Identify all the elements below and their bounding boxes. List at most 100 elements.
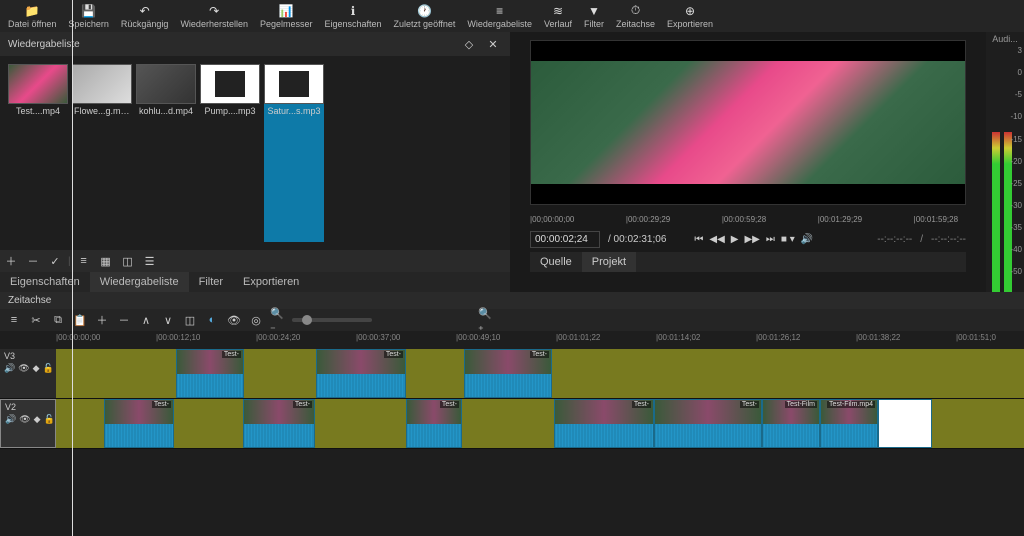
preview-image[interactable] bbox=[530, 40, 966, 205]
playhead[interactable] bbox=[72, 0, 73, 536]
skip-start-icon[interactable]: ⏮ bbox=[694, 234, 703, 245]
playlist-item[interactable]: Satur...s.mp3 bbox=[264, 64, 324, 242]
playlist-detach-icon[interactable]: ◇ bbox=[460, 35, 478, 53]
tool-exportieren[interactable]: ⊕Exportieren bbox=[667, 4, 713, 29]
thumbnail-label: kohlu...d.mp4 bbox=[136, 104, 196, 118]
tab-wiedergabeliste[interactable]: Wiedergabeliste bbox=[90, 272, 189, 292]
thumbnail-label: Satur...s.mp3 bbox=[264, 104, 324, 118]
timeline-ruler[interactable]: |00:00:00;00|00:00:12;10|00:00:24;20|00:… bbox=[56, 331, 1024, 349]
audio-meter-panel: Audi... 30-5-10-15-20-25-30-35-40-50 bbox=[986, 32, 1024, 292]
tab-eigenschaften[interactable]: Eigenschaften bbox=[0, 272, 90, 292]
timecode-input[interactable] bbox=[530, 231, 600, 248]
skip-end-icon[interactable]: ⏭ bbox=[766, 234, 775, 245]
playlist-item[interactable]: Flowe...g.mp4 bbox=[72, 64, 132, 242]
menu-icon[interactable]: ≡ bbox=[75, 252, 93, 270]
tool-wiederherstellen[interactable]: ↷Wiederherstellen bbox=[180, 4, 248, 29]
tl-split-icon[interactable]: ◫ bbox=[182, 312, 198, 328]
src-tab-projekt[interactable]: Projekt bbox=[582, 252, 636, 272]
tool-speichern[interactable]: 💾Speichern bbox=[68, 4, 109, 29]
timeline-clip[interactable] bbox=[878, 399, 932, 448]
tool-rückgängig[interactable]: ↶Rückgängig bbox=[121, 4, 169, 29]
tl-up-icon[interactable]: ∧ bbox=[138, 312, 154, 328]
tool-datei-öffnen[interactable]: 📁Datei öffnen bbox=[8, 4, 56, 29]
playlist-item[interactable]: Test....mp4 bbox=[8, 64, 68, 242]
tl-zoom-out-icon[interactable]: 🔍₋ bbox=[270, 312, 286, 328]
clip-video-thumb bbox=[763, 400, 819, 424]
track-eye-icon[interactable]: 👁 bbox=[18, 363, 29, 374]
tl-menu-icon[interactable]: ≡ bbox=[6, 312, 22, 328]
timeline-clip[interactable] bbox=[406, 399, 462, 448]
tool-wiedergabeliste[interactable]: ≡Wiedergabeliste bbox=[467, 4, 532, 29]
tl-snap-icon[interactable]: ◐ bbox=[204, 312, 220, 328]
preview-ruler[interactable]: |00;00:00;00|00:00:29;29|00:00:59;28|00:… bbox=[530, 211, 966, 227]
grid-icon[interactable]: ▦ bbox=[97, 252, 115, 270]
tl-remove-icon[interactable]: － bbox=[116, 312, 132, 328]
track-body[interactable] bbox=[56, 399, 1024, 448]
volume-icon[interactable]: 🔊 bbox=[801, 234, 813, 245]
ruler-tick: |00:01:29;29 bbox=[818, 215, 862, 224]
timeline-clip[interactable] bbox=[316, 349, 406, 398]
check-icon[interactable]: ✓ bbox=[46, 252, 64, 270]
timeline-clip[interactable] bbox=[176, 349, 244, 398]
thumbnail-image bbox=[136, 64, 196, 104]
timeline-clip[interactable] bbox=[654, 399, 762, 448]
track-key-icon[interactable]: ◆ bbox=[33, 363, 40, 374]
playlist-item[interactable]: kohlu...d.mp4 bbox=[136, 64, 196, 242]
timeline-clip[interactable] bbox=[243, 399, 315, 448]
tl-copy-icon[interactable]: ⧉ bbox=[50, 312, 66, 328]
tool-zuletzt-geöffnet[interactable]: 🕐Zuletzt geöffnet bbox=[394, 4, 456, 29]
track-volume-icon[interactable]: 🔊 bbox=[5, 414, 16, 425]
timeline-clip[interactable] bbox=[464, 349, 552, 398]
ruler-tick: |00:00:29;29 bbox=[626, 215, 670, 224]
playlist-thumbs: Test....mp4 Flowe...g.mp4 kohlu...d.mp4 Pum… bbox=[0, 56, 510, 250]
track-body[interactable] bbox=[56, 349, 1024, 398]
tool-verlauf[interactable]: ≋Verlauf bbox=[544, 4, 572, 29]
zoom-slider[interactable] bbox=[292, 318, 372, 322]
playlist-item[interactable]: Pump....mp3 bbox=[200, 64, 260, 242]
clip-audio-wave bbox=[317, 374, 405, 398]
timeline-clip[interactable] bbox=[554, 399, 654, 448]
exportieren-icon: ⊕ bbox=[683, 4, 697, 18]
playlist-close-icon[interactable]: ✕ bbox=[484, 35, 502, 53]
tl-down-icon[interactable]: ∨ bbox=[160, 312, 176, 328]
clip-audio-wave bbox=[105, 424, 173, 448]
track-eye-icon[interactable]: 👁 bbox=[19, 414, 30, 425]
tl-zoom-in-icon[interactable]: 🔍₊ bbox=[478, 312, 494, 328]
tl-eye-icon[interactable]: 👁 bbox=[226, 312, 242, 328]
tab-filter[interactable]: Filter bbox=[189, 272, 233, 292]
stop-icon[interactable]: ■ ▾ bbox=[781, 234, 795, 245]
track-volume-icon[interactable]: 🔊 bbox=[4, 363, 15, 374]
audio-scale-label: -50 bbox=[1010, 267, 1022, 276]
track-header[interactable]: V2🔊👁◆🔓 bbox=[0, 399, 56, 448]
timeline-clip[interactable] bbox=[104, 399, 174, 448]
tl-add-icon[interactable]: ＋ bbox=[94, 312, 110, 328]
tab-exportieren[interactable]: Exportieren bbox=[233, 272, 309, 292]
ruler-tick: |00:00:59;28 bbox=[722, 215, 766, 224]
track-header[interactable]: V3🔊👁◆🔓 bbox=[0, 349, 56, 398]
tl-cut-icon[interactable]: ✂ bbox=[28, 312, 44, 328]
tool-zeitachse[interactable]: ⏱Zeitachse bbox=[616, 4, 655, 29]
tool-filter[interactable]: ▼Filter bbox=[584, 4, 604, 29]
tl-target-icon[interactable]: ◎ bbox=[248, 312, 264, 328]
list-icon[interactable]: ☰ bbox=[141, 252, 159, 270]
play-icon[interactable]: ▶ bbox=[731, 234, 739, 245]
track-lock-icon[interactable]: 🔓 bbox=[44, 414, 55, 425]
tool-eigenschaften[interactable]: ℹEigenschaften bbox=[325, 4, 382, 29]
track-key-icon[interactable]: ◆ bbox=[34, 414, 41, 425]
timeline-clip[interactable] bbox=[820, 399, 878, 448]
add-icon[interactable]: ＋ bbox=[2, 252, 20, 270]
timeline-clip[interactable] bbox=[762, 399, 820, 448]
tool-pegelmesser[interactable]: 📊Pegelmesser bbox=[260, 4, 313, 29]
out-point-label: --:--:--:-- bbox=[931, 234, 966, 245]
datei öffnen-icon: 📁 bbox=[25, 4, 39, 18]
src-tab-quelle[interactable]: Quelle bbox=[530, 252, 582, 272]
rewind-icon[interactable]: ◀◀ bbox=[709, 234, 724, 245]
thumbnail-label: Test....mp4 bbox=[8, 104, 68, 118]
remove-icon[interactable]: － bbox=[24, 252, 42, 270]
clip-video-thumb bbox=[555, 400, 653, 424]
audio-scale-label: -5 bbox=[1015, 90, 1022, 99]
columns-icon[interactable]: ◫ bbox=[119, 252, 137, 270]
forward-icon[interactable]: ▶▶ bbox=[744, 234, 759, 245]
tl-paste-icon[interactable]: 📋 bbox=[72, 312, 88, 328]
track-lock-icon[interactable]: 🔓 bbox=[43, 363, 54, 374]
